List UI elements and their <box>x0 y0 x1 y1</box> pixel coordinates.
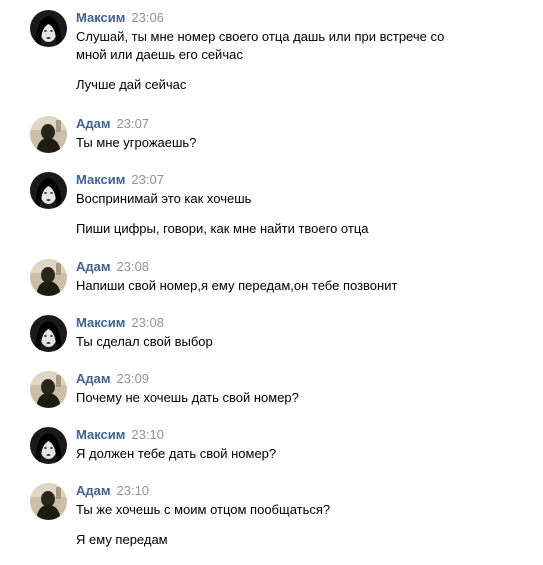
adam-avatar[interactable] <box>30 371 67 408</box>
maxim-avatar[interactable] <box>30 427 67 464</box>
message-line: Воспринимай это как хочешь <box>76 191 252 206</box>
message-line: Почему не хочешь дать свой номер? <box>76 390 299 405</box>
author-name[interactable]: Адам <box>76 116 111 131</box>
message-line: Ты мне угрожаешь? <box>76 135 197 150</box>
message-time[interactable]: 23:07 <box>131 172 164 187</box>
message-text: Ты сделал свой выбор <box>76 333 476 351</box>
message-line: мной или даешь его сейчас <box>76 47 243 62</box>
message-text: Ты же хочешь с моим отцом пообщаться? <box>76 501 476 519</box>
message-header: Максим 23:10 <box>76 427 164 443</box>
adam-avatar[interactable] <box>30 483 67 520</box>
message-header: Максим 23:08 <box>76 315 164 331</box>
message-text: Я ему передам <box>76 532 168 547</box>
message-line: Ты сделал свой выбор <box>76 334 213 349</box>
maxim-avatar[interactable] <box>30 315 67 352</box>
message-line: Напиши свой номер,я ему передам,он тебе … <box>76 278 398 293</box>
message-line: Ты же хочешь с моим отцом пообщаться? <box>76 502 331 517</box>
message-time[interactable]: 23:08 <box>131 315 164 330</box>
maxim-avatar[interactable] <box>30 10 67 47</box>
author-name[interactable]: Максим <box>76 172 125 187</box>
message-text: Воспринимай это как хочешь <box>76 190 476 208</box>
author-name[interactable]: Максим <box>76 427 125 442</box>
author-name[interactable]: Максим <box>76 315 125 330</box>
message-text: Слушай, ты мне номер своего отца дашь ил… <box>76 28 476 64</box>
message-time[interactable]: 23:09 <box>117 371 150 386</box>
message-header: Максим 23:06 <box>76 10 164 26</box>
author-name[interactable]: Максим <box>76 10 125 25</box>
message-header: Максим 23:07 <box>76 172 164 188</box>
adam-avatar[interactable] <box>30 116 67 153</box>
author-name[interactable]: Адам <box>76 371 111 386</box>
message-time[interactable]: 23:07 <box>117 116 150 131</box>
message-text: Лучше дай сейчас <box>76 77 187 92</box>
message-line: Я должен тебе дать свой номер? <box>76 446 277 461</box>
message-time[interactable]: 23:06 <box>131 10 164 25</box>
adam-avatar[interactable] <box>30 259 67 296</box>
message-header: Адам 23:09 <box>76 371 149 387</box>
message-time[interactable]: 23:08 <box>117 259 150 274</box>
message-text: Почему не хочешь дать свой номер? <box>76 389 476 407</box>
maxim-avatar[interactable] <box>30 172 67 209</box>
author-name[interactable]: Адам <box>76 483 111 498</box>
author-name[interactable]: Адам <box>76 259 111 274</box>
message-header: Адам 23:08 <box>76 259 149 275</box>
chat-history: Максим 23:06 Слушай, ты мне номер своего … <box>0 0 543 565</box>
message-header: Адам 23:10 <box>76 483 149 499</box>
message-text: Напиши свой номер,я ему передам,он тебе … <box>76 277 476 295</box>
message-text: Ты мне угрожаешь? <box>76 134 476 152</box>
message-text: Я должен тебе дать свой номер? <box>76 445 476 463</box>
message-line: Слушай, ты мне номер своего отца дашь ил… <box>76 29 445 44</box>
message-time[interactable]: 23:10 <box>117 483 150 498</box>
message-header: Адам 23:07 <box>76 116 149 132</box>
message-time[interactable]: 23:10 <box>131 427 164 442</box>
message-text: Пиши цифры, говори, как мне найти твоего… <box>76 221 369 236</box>
